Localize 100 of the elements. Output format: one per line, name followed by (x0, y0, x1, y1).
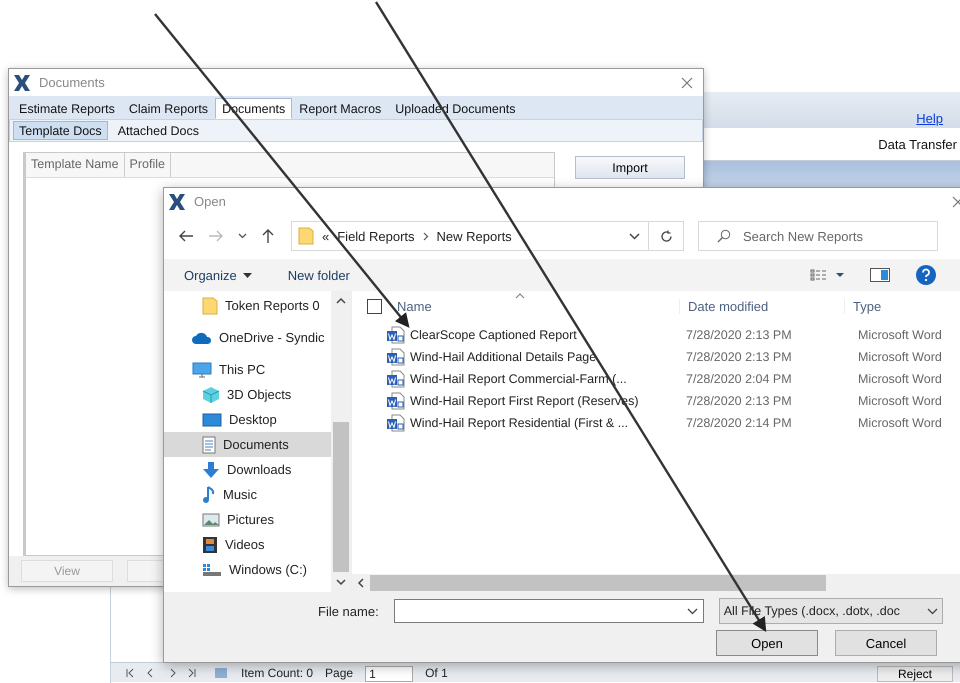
folder-icon (298, 227, 314, 245)
date-modified: 7/28/2020 2:14 PM (686, 416, 793, 430)
app-logo-icon (168, 192, 186, 210)
document-icon (202, 436, 216, 454)
close-icon[interactable] (681, 76, 693, 88)
file-name: Wind-Hail Report Residential (First & ... (410, 416, 630, 430)
select-all-checkbox[interactable] (367, 298, 382, 314)
nav-item[interactable]: Documents (164, 432, 331, 457)
word-document-icon (386, 414, 406, 432)
dropdown-icon[interactable] (238, 233, 247, 239)
reject-button[interactable]: Reject (876, 666, 953, 682)
help-icon[interactable] (916, 265, 936, 285)
nav-item[interactable]: Downloads (164, 457, 331, 482)
file-name: Wind-Hail Additional Details Page (410, 350, 598, 364)
preview-pane-icon[interactable] (870, 268, 890, 282)
column-header[interactable]: Type (844, 298, 882, 314)
download-arrow-icon (202, 460, 220, 478)
view-options-icon[interactable] (810, 269, 844, 281)
file-name-field[interactable] (394, 599, 704, 623)
organize-menu[interactable]: Organize (184, 268, 252, 282)
up-icon[interactable] (261, 228, 275, 244)
scroll-down-icon[interactable] (336, 579, 346, 586)
scrollbar[interactable] (352, 574, 960, 592)
nav-item[interactable]: This PC (164, 357, 331, 382)
file-name: Wind-Hail Report Commercial-Farm (... (410, 372, 628, 386)
subtab[interactable]: Attached Docs (112, 121, 205, 140)
page-total: Of 1 (425, 666, 448, 680)
overflow-chevrons[interactable]: « (322, 228, 330, 244)
breadcrumb-item[interactable]: Field Reports (337, 228, 415, 244)
caret-icon (242, 272, 252, 278)
monitor-icon (192, 362, 212, 378)
file-type: Microsoft Word (858, 328, 942, 342)
back-icon[interactable] (178, 229, 194, 243)
word-document-icon (386, 370, 406, 388)
column-header[interactable]: Template Name (26, 153, 125, 177)
nav-item[interactable]: Windows (C:) (164, 557, 331, 582)
folder-icon (202, 296, 218, 314)
nav-item[interactable]: Pictures (164, 507, 331, 532)
search-input[interactable]: Search New Reports (741, 228, 925, 244)
sort-caret-icon[interactable] (515, 293, 525, 299)
cloud-icon (192, 332, 212, 344)
file-type: Microsoft Word (858, 350, 942, 364)
data-transfer-button[interactable]: Data Transfer (878, 136, 960, 152)
dialog-title: Open (194, 194, 226, 209)
refresh-button[interactable] (648, 221, 684, 251)
tab[interactable]: Estimate Reports (12, 98, 122, 119)
help-link[interactable]: Help (916, 111, 943, 126)
app-logo-icon (13, 74, 31, 92)
music-note-icon (202, 486, 216, 504)
refresh-icon (660, 230, 672, 242)
search-field[interactable]: Search New Reports (698, 221, 938, 251)
dropdown-icon[interactable] (926, 608, 938, 614)
scroll-left-icon[interactable] (357, 578, 364, 588)
scroll-up-icon[interactable] (336, 297, 346, 304)
column-header[interactable]: Date modified (679, 298, 844, 314)
word-document-icon (386, 326, 406, 344)
drive-icon (202, 562, 222, 576)
file-type: Microsoft Word (858, 416, 942, 430)
dropdown-icon[interactable] (629, 232, 640, 240)
chevron-icon[interactable] (422, 232, 429, 240)
file-row[interactable]: Wind-Hail Report Residential (First & ... 7/28/2020 2:14 PM Microsoft Word (352, 412, 960, 434)
nav-item[interactable]: 3D Objects (164, 382, 331, 407)
window-title: Documents (39, 75, 105, 90)
tab[interactable]: Claim Reports (122, 98, 216, 119)
file-row[interactable]: ClearScope Captioned Report 7/28/2020 2:13 PM Microsoft Word (352, 324, 960, 346)
file-name-label: File name: (318, 604, 379, 618)
picture-icon (202, 512, 220, 526)
subtab[interactable]: Template Docs (13, 121, 108, 140)
file-row[interactable]: Wind-Hail Additional Details Page 7/28/2020 2:13 PM Microsoft Word (352, 346, 960, 368)
nav-item[interactable]: OneDrive - Syndic (164, 325, 331, 350)
search-icon (717, 229, 731, 243)
nav-item[interactable]: Desktop (164, 407, 331, 432)
date-modified: 7/28/2020 2:13 PM (686, 350, 793, 364)
film-icon (202, 536, 218, 554)
cube-icon (202, 386, 220, 404)
page-field[interactable]: 1 (365, 666, 414, 682)
nav-item[interactable]: Videos (164, 532, 331, 557)
date-modified: 7/28/2020 2:13 PM (686, 328, 793, 342)
file-type: Microsoft Word (858, 394, 942, 408)
nav-item[interactable]: Token Reports 0 (164, 293, 331, 318)
open-button[interactable]: Open (716, 630, 818, 656)
column-header[interactable]: Name (397, 298, 679, 314)
item-count: Item Count: 0 (241, 666, 314, 680)
column-header[interactable]: Profile (124, 153, 171, 177)
word-document-icon (386, 392, 406, 410)
nav-item[interactable]: Music (164, 482, 331, 507)
desktop-icon (202, 412, 222, 426)
page-label: Page (325, 666, 354, 680)
import-button[interactable]: Import (575, 156, 685, 179)
cancel-button[interactable]: Cancel (835, 630, 937, 656)
tab[interactable]: Report Macros (292, 98, 388, 119)
address-bar[interactable]: « Field Reports New Reports (291, 221, 649, 251)
new-folder-button[interactable]: New folder (288, 268, 350, 282)
word-document-icon (386, 348, 406, 366)
file-row[interactable]: Wind-Hail Report Commercial-Farm (... 7/28/2020 2:04 PM Microsoft Word (352, 368, 960, 390)
date-modified: 7/28/2020 2:04 PM (686, 372, 793, 386)
file-name: ClearScope Captioned Report (410, 328, 578, 342)
breadcrumb-item[interactable]: New Reports (436, 228, 512, 244)
file-type: Microsoft Word (858, 372, 942, 386)
dropdown-icon[interactable] (686, 608, 698, 614)
